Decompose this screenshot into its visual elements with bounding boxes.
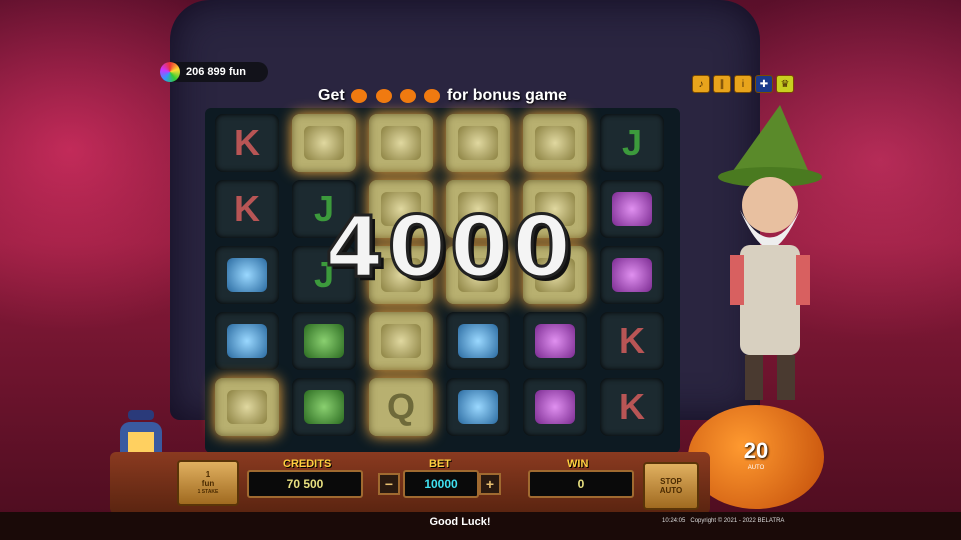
web-icon — [458, 126, 498, 160]
gem-blue-icon — [227, 258, 267, 292]
gem-purple-icon — [535, 390, 575, 424]
bet-plus-button[interactable]: + — [479, 473, 501, 495]
symbol-gem-purple — [600, 180, 664, 238]
web-icon — [381, 126, 421, 160]
symbol-gem-green — [292, 378, 356, 436]
pause-icon[interactable]: ∥ — [713, 75, 731, 93]
symbol-k: K — [215, 180, 279, 238]
triangle-icon — [304, 126, 344, 160]
symbol-triangle — [292, 114, 356, 172]
copyright-text: Copyright © 2021 - 2022 BELATRA — [690, 518, 785, 524]
gnome-character — [718, 105, 822, 400]
symbol-web — [215, 378, 279, 436]
gem-blue-icon — [458, 324, 498, 358]
symbol-gem-purple — [600, 246, 664, 304]
balance-badge: 206 899 fun — [160, 62, 268, 82]
copyright: 10:24:05 Copyright © 2021 - 2022 BELATRA — [662, 518, 784, 524]
bonus-suffix: for bonus game — [446, 87, 567, 104]
symbol-web — [369, 114, 433, 172]
bonus-prefix: Get — [318, 87, 345, 104]
bet-minus-button[interactable]: − — [378, 473, 400, 495]
symbol-gem-blue — [446, 378, 510, 436]
symbol-gem-blue — [215, 246, 279, 304]
gem-purple-icon — [612, 192, 652, 226]
auto-label[interactable]: AUTO — [726, 465, 786, 471]
status-message: Good Luck! — [429, 516, 491, 528]
coin-sub: 1 STAKE — [197, 488, 219, 495]
pumpkin-icon — [375, 88, 392, 103]
balance-amount: 206 899 fun — [186, 66, 246, 78]
stop-auto-line1: STOP — [660, 477, 682, 486]
pumpkin-icon — [351, 88, 368, 103]
pumpkin-icon — [400, 88, 417, 103]
gem-purple-icon — [535, 324, 575, 358]
symbol-gem-blue — [446, 312, 510, 370]
bet-label: BET — [429, 458, 451, 470]
bet-display: 10000 — [403, 470, 479, 498]
coin-unit: fun — [201, 478, 215, 488]
symbol-gem-purple — [523, 312, 587, 370]
gem-blue-icon — [458, 390, 498, 424]
big-win-amount: 4000 — [324, 197, 575, 298]
credits-label: CREDITS — [283, 458, 332, 470]
credits-display: 70 500 — [247, 470, 363, 498]
clock: 10:24:05 — [662, 518, 686, 524]
gem-green-icon — [304, 390, 344, 424]
coin-value: 1 — [205, 469, 211, 479]
pumpkin-icon — [424, 88, 441, 103]
symbol-gem-green — [292, 312, 356, 370]
symbol-gem-purple — [523, 378, 587, 436]
gem-green-icon — [304, 324, 344, 358]
web-icon — [227, 390, 267, 424]
symbol-k: K — [600, 312, 664, 370]
coin-value-button[interactable]: 1 fun 1 STAKE — [177, 460, 239, 506]
web-hole-icon — [381, 324, 421, 358]
gem-blue-icon — [227, 324, 267, 358]
win-display: 0 — [528, 470, 634, 498]
symbol-q: Q — [369, 378, 433, 436]
stop-auto-button[interactable]: STOP AUTO — [643, 462, 699, 510]
info-icon[interactable]: i — [734, 75, 752, 93]
gem-purple-icon — [612, 258, 652, 292]
balance-ball-icon — [160, 62, 180, 82]
top-icon-bar: ♪ ∥ i ✚ ♛ — [692, 75, 794, 93]
symbol-web — [523, 114, 587, 172]
symbol-web-hole — [369, 312, 433, 370]
symbol-j: J — [600, 114, 664, 172]
symbol-k: K — [215, 114, 279, 172]
win-label: WIN — [567, 458, 589, 470]
bonus-banner: Get for bonus game — [318, 87, 567, 105]
sound-icon[interactable]: ♪ — [692, 75, 710, 93]
web-icon — [535, 126, 575, 160]
uk-flag-icon[interactable]: ✚ — [755, 75, 773, 93]
symbol-gem-blue — [215, 312, 279, 370]
cup-icon[interactable]: ♛ — [776, 75, 794, 93]
symbol-web — [446, 114, 510, 172]
auto-count[interactable]: 20 — [726, 438, 786, 464]
symbol-k: K — [600, 378, 664, 436]
stop-auto-line2: AUTO — [659, 486, 683, 495]
